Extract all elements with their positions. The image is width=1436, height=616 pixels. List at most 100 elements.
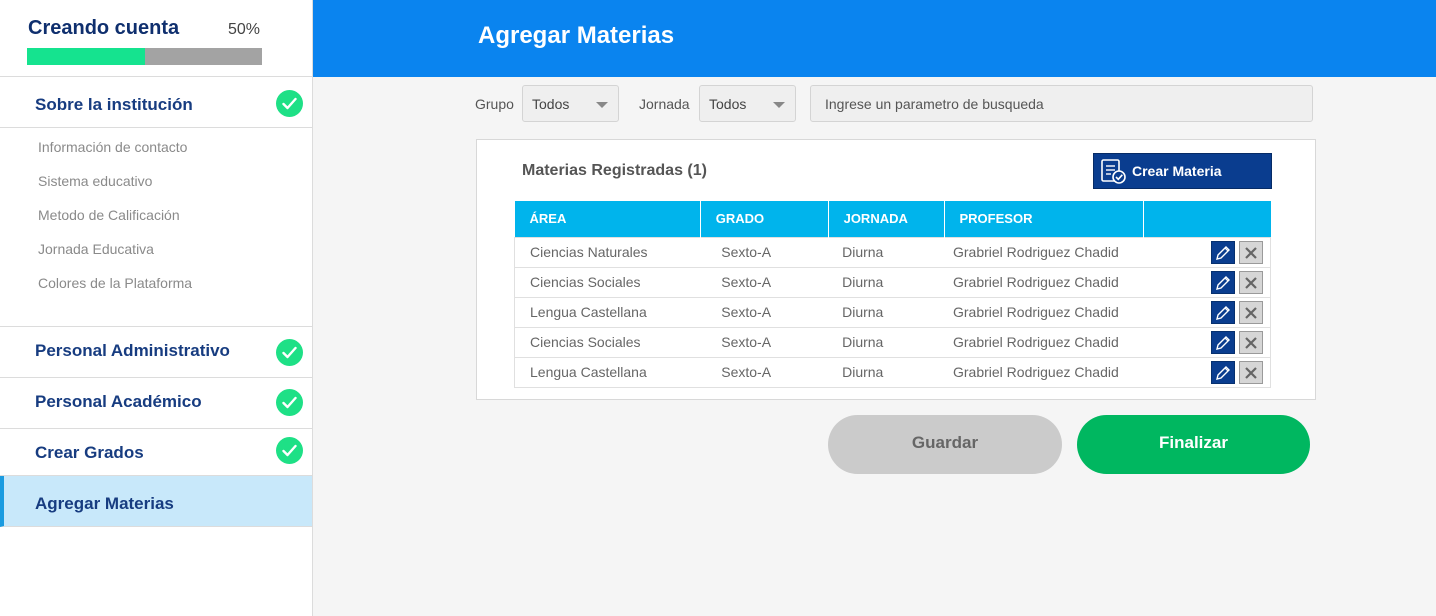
column-header-profesor: PROFESOR xyxy=(944,201,1145,237)
sidebar-subitem-colores[interactable]: Colores de la Plataforma xyxy=(38,275,192,291)
finish-button[interactable]: Finalizar xyxy=(1077,415,1310,474)
progress-percent: 50% xyxy=(228,21,261,38)
cell-area: Lengua Castellana xyxy=(514,356,701,388)
cell-area: Ciencias Sociales xyxy=(514,326,701,358)
table-row: Lengua Castellana Sexto-A Diurna Grabrie… xyxy=(514,296,1271,328)
sidebar-section-admin[interactable]: Personal Administrativo xyxy=(0,327,312,378)
pencil-icon xyxy=(1215,245,1230,260)
pencil-icon xyxy=(1215,275,1230,290)
materias-card: Materias Registradas (1) Crear Materia Á… xyxy=(476,139,1316,400)
column-header-actions xyxy=(1143,201,1271,237)
cell-actions xyxy=(1143,236,1271,268)
cell-area: Ciencias Sociales xyxy=(514,266,701,298)
column-header-jornada: JORNADA xyxy=(828,201,945,237)
column-header-grado: GRADO xyxy=(700,201,829,237)
table-row: Ciencias Sociales Sexto-A Diurna Grabrie… xyxy=(514,326,1271,358)
sidebar-subitem-sistema[interactable]: Sistema educativo xyxy=(38,173,152,189)
table-header-row: ÁREA GRADO JORNADA PROFESOR xyxy=(514,201,1271,237)
page-title: Agregar Materias xyxy=(478,22,675,49)
check-icon xyxy=(276,90,303,117)
cell-grado: Sexto-A xyxy=(700,356,829,388)
cell-actions xyxy=(1143,296,1271,328)
x-icon xyxy=(1244,366,1257,379)
materias-table: ÁREA GRADO JORNADA PROFESOR Ciencias Nat… xyxy=(514,201,1271,388)
delete-button[interactable] xyxy=(1238,300,1263,324)
caret-down-icon xyxy=(773,102,785,108)
cell-profesor: Grabriel Rodriguez Chadid xyxy=(944,266,1144,298)
caret-down-icon xyxy=(596,102,608,108)
document-check-icon xyxy=(1099,157,1127,188)
cell-jornada: Diurna xyxy=(828,236,944,268)
sidebar-section-label: Personal Administrativo xyxy=(35,341,230,360)
pencil-icon xyxy=(1215,335,1230,350)
create-materia-button[interactable]: Crear Materia xyxy=(1093,153,1272,189)
sidebar-section-label: Agregar Materias xyxy=(35,494,174,513)
top-header: Agregar Materias xyxy=(313,0,1436,77)
grupo-label: Grupo xyxy=(475,96,514,112)
sidebar-section-label: Personal Académico xyxy=(35,392,202,411)
edit-button[interactable] xyxy=(1210,300,1235,324)
cell-grado: Sexto-A xyxy=(700,326,829,358)
sidebar-subitems: Información de contacto Sistema educativ… xyxy=(0,128,312,327)
edit-button[interactable] xyxy=(1210,360,1235,384)
progress-title: Creando cuenta xyxy=(28,17,180,39)
delete-button[interactable] xyxy=(1238,240,1263,264)
edit-button[interactable] xyxy=(1210,240,1235,264)
delete-button[interactable] xyxy=(1238,360,1263,384)
sidebar-section-materias[interactable]: Agregar Materias xyxy=(0,476,312,527)
jornada-select-value: Todos xyxy=(709,96,747,112)
sidebar-section-grados[interactable]: Crear Grados xyxy=(0,429,312,476)
sidebar-subitem-jornada[interactable]: Jornada Educativa xyxy=(38,241,154,257)
save-button[interactable]: Guardar xyxy=(828,415,1062,474)
cell-actions xyxy=(1143,326,1271,358)
cell-profesor: Grabriel Rodriguez Chadid xyxy=(944,236,1144,268)
table-row: Ciencias Sociales Sexto-A Diurna Grabrie… xyxy=(514,266,1271,298)
search-input[interactable] xyxy=(810,85,1313,122)
sidebar-section-institucion[interactable]: Sobre la institución xyxy=(0,77,312,128)
column-header-area: ÁREA xyxy=(514,201,701,237)
sidebar-subitem-contacto[interactable]: Información de contacto xyxy=(38,139,187,155)
cell-area: Ciencias Naturales xyxy=(514,236,701,268)
progress-bar-fill xyxy=(27,48,145,65)
sidebar-subitem-calificacion[interactable]: Metodo de Calificación xyxy=(38,207,180,223)
cell-grado: Sexto-A xyxy=(700,236,829,268)
pencil-icon xyxy=(1215,305,1230,320)
x-icon xyxy=(1244,246,1257,259)
cell-profesor: Grabriel Rodriguez Chadid xyxy=(944,296,1144,328)
cell-grado: Sexto-A xyxy=(700,266,829,298)
check-icon xyxy=(276,339,303,366)
cell-grado: Sexto-A xyxy=(700,296,829,328)
delete-button[interactable] xyxy=(1238,330,1263,354)
grupo-select-value: Todos xyxy=(532,96,570,112)
cell-actions xyxy=(1143,266,1271,298)
cell-jornada: Diurna xyxy=(828,326,944,358)
create-materia-label: Crear Materia xyxy=(1132,163,1222,179)
grupo-select[interactable]: Todos xyxy=(522,85,619,122)
progress-bar xyxy=(27,48,262,65)
sidebar-section-label: Crear Grados xyxy=(35,443,144,462)
cell-jornada: Diurna xyxy=(828,266,944,298)
x-icon xyxy=(1244,306,1257,319)
cell-jornada: Diurna xyxy=(828,296,944,328)
sidebar-section-academico[interactable]: Personal Académico xyxy=(0,378,312,429)
edit-button[interactable] xyxy=(1210,270,1235,294)
check-icon xyxy=(276,389,303,416)
sidebar-section-label: Sobre la institución xyxy=(35,95,193,114)
table-row: Ciencias Naturales Sexto-A Diurna Grabri… xyxy=(514,236,1271,268)
cell-jornada: Diurna xyxy=(828,356,944,388)
table-row: Lengua Castellana Sexto-A Diurna Grabrie… xyxy=(514,356,1271,388)
cell-profesor: Grabriel Rodriguez Chadid xyxy=(944,356,1144,388)
jornada-select[interactable]: Todos xyxy=(699,85,796,122)
check-icon xyxy=(276,437,303,464)
cell-area: Lengua Castellana xyxy=(514,296,701,328)
sidebar: Creando cuenta 50% Sobre la institución … xyxy=(0,0,313,616)
cell-actions xyxy=(1143,356,1271,388)
cell-profesor: Grabriel Rodriguez Chadid xyxy=(944,326,1144,358)
card-title: Materias Registradas (1) xyxy=(522,162,707,179)
edit-button[interactable] xyxy=(1210,330,1235,354)
progress-header: Creando cuenta 50% xyxy=(0,0,312,77)
delete-button[interactable] xyxy=(1238,270,1263,294)
x-icon xyxy=(1244,336,1257,349)
x-icon xyxy=(1244,276,1257,289)
jornada-label: Jornada xyxy=(639,96,690,112)
